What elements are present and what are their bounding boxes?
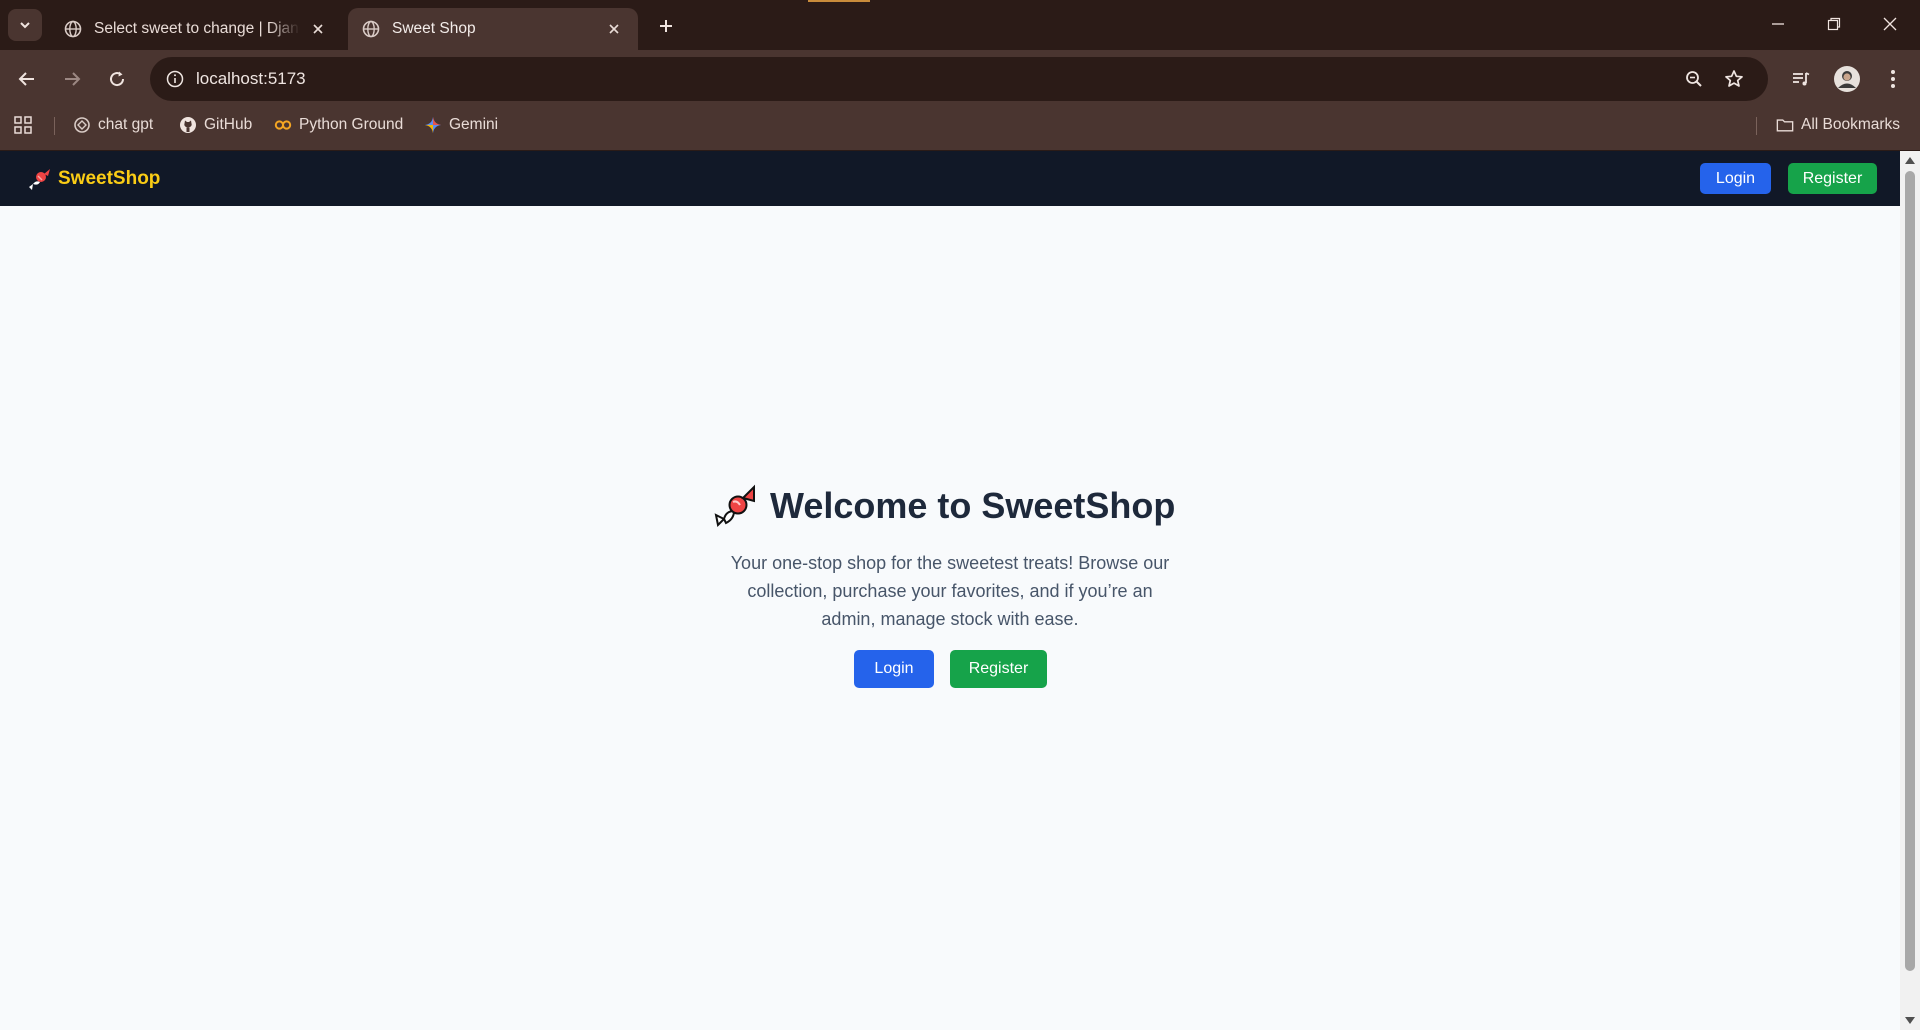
browser-toolbar: localhost:5173 xyxy=(0,50,1920,108)
hero-description: Your one-stop shop for the sweetest trea… xyxy=(730,553,1170,629)
url-text: localhost:5173 xyxy=(196,69,306,88)
site-info-button[interactable] xyxy=(160,64,190,94)
github-icon xyxy=(179,116,197,134)
chevron-down-icon xyxy=(20,22,30,29)
scroll-up-icon[interactable] xyxy=(1905,157,1915,164)
page-viewport: SweetShop Login Register Welcome to Swee… xyxy=(0,151,1900,1030)
zoom-out-icon xyxy=(1686,71,1702,87)
bookmark-github[interactable]: GitHub xyxy=(179,108,252,142)
tab-strip: Select sweet to change | Django Sweet Sh… xyxy=(0,0,1920,50)
minimize-button[interactable] xyxy=(1750,0,1806,48)
restore-icon xyxy=(1827,17,1841,31)
infinity-icon xyxy=(274,116,292,134)
address-bar[interactable]: localhost:5173 xyxy=(150,57,1768,101)
page-scrollbar[interactable] xyxy=(1900,151,1920,1030)
close-icon[interactable] xyxy=(308,19,328,39)
reload-button[interactable] xyxy=(100,62,134,96)
media-control-button[interactable] xyxy=(1784,62,1818,96)
reload-icon xyxy=(110,71,125,87)
folder-icon xyxy=(1776,116,1794,134)
back-button[interactable] xyxy=(10,62,44,96)
star-icon xyxy=(1725,70,1743,87)
hero-register-button[interactable]: Register xyxy=(950,650,1047,688)
bookmark-python-ground[interactable]: Python Ground xyxy=(274,108,403,142)
hero-section: Welcome to SweetShop Your one-stop shop … xyxy=(0,151,1900,1030)
avatar-icon xyxy=(1834,66,1860,92)
info-icon xyxy=(166,70,184,88)
tab-title: Select sweet to change | Django xyxy=(94,20,300,37)
plus-icon xyxy=(660,20,672,32)
arrow-right-icon xyxy=(65,72,81,86)
zoom-button[interactable] xyxy=(1682,67,1706,91)
tab-django-admin[interactable]: Select sweet to change | Django xyxy=(50,8,342,50)
new-tab-button[interactable] xyxy=(652,12,680,40)
more-vert-icon xyxy=(1891,70,1895,88)
minimize-icon xyxy=(1772,23,1784,25)
globe-icon xyxy=(64,20,82,38)
apps-grid-icon xyxy=(14,116,32,134)
bookmark-separator xyxy=(54,117,55,135)
close-window-button[interactable] xyxy=(1862,0,1918,48)
tab-title: Sweet Shop xyxy=(392,20,476,37)
hero-heading: Welcome to SweetShop xyxy=(712,481,1192,531)
gemini-icon xyxy=(424,116,442,134)
all-bookmarks-label: All Bookmarks xyxy=(1801,116,1901,133)
arrow-left-icon xyxy=(18,72,34,86)
scrollbar-thumb[interactable] xyxy=(1905,171,1915,971)
candy-icon xyxy=(714,484,755,528)
bookmark-label: GitHub xyxy=(204,116,253,133)
bookmark-gemini[interactable]: Gemini xyxy=(424,108,498,142)
playlist-icon xyxy=(1793,72,1810,86)
bookmarks-bar: chat gpt GitHub Python Ground Gemini All… xyxy=(0,108,1920,150)
close-icon xyxy=(1883,17,1897,31)
hero-title: Welcome to SweetShop xyxy=(770,485,1176,526)
tab-search-button[interactable] xyxy=(8,9,42,41)
close-icon[interactable] xyxy=(604,19,624,39)
openai-icon xyxy=(73,116,91,134)
tab-strip-accent xyxy=(808,0,870,2)
forward-button[interactable] xyxy=(55,62,89,96)
all-bookmarks-button[interactable]: All Bookmarks xyxy=(1776,108,1900,142)
apps-button[interactable] xyxy=(13,108,33,142)
bookmark-label: Python Ground xyxy=(299,116,404,133)
bookmark-separator xyxy=(1756,117,1757,135)
globe-icon xyxy=(362,20,380,38)
restore-button[interactable] xyxy=(1806,0,1862,48)
tab-sweet-shop[interactable]: Sweet Shop xyxy=(348,8,638,50)
menu-button[interactable] xyxy=(1876,62,1910,96)
profile-button[interactable] xyxy=(1830,62,1864,96)
bookmark-label: chat gpt xyxy=(98,116,154,133)
bookmark-star-button[interactable] xyxy=(1722,67,1746,91)
bookmark-chat-gpt[interactable]: chat gpt xyxy=(73,108,153,142)
scroll-down-icon[interactable] xyxy=(1905,1017,1915,1024)
hero-login-button[interactable]: Login xyxy=(854,650,934,688)
bookmark-label: Gemini xyxy=(449,116,499,133)
